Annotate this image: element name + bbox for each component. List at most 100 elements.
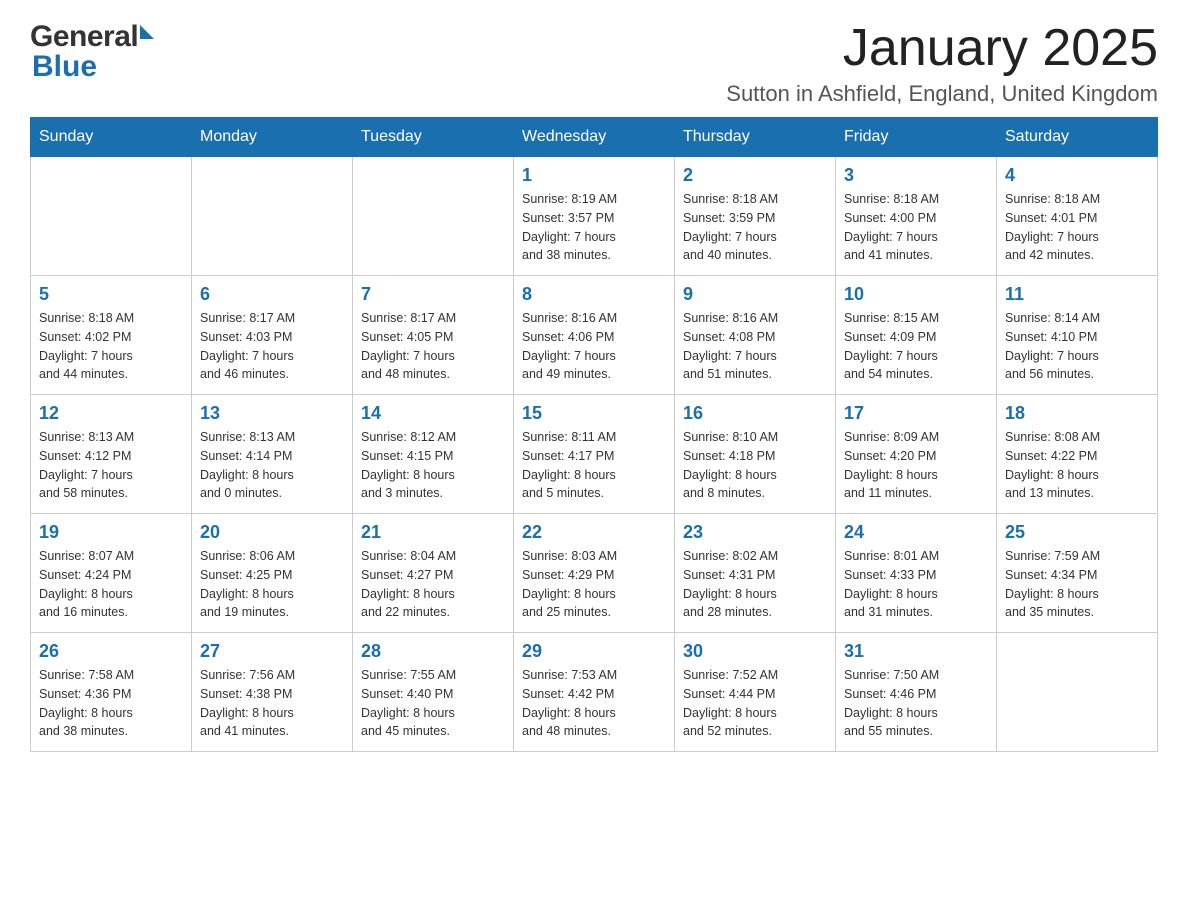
weekday-header-thursday: Thursday — [675, 118, 836, 157]
day-info: Sunrise: 7:59 AM Sunset: 4:34 PM Dayligh… — [1005, 547, 1149, 622]
calendar-cell: 8 Sunrise: 8:16 AM Sunset: 4:06 PM Daylig… — [514, 276, 675, 395]
calendar-cell: 9 Sunrise: 8:16 AM Sunset: 4:08 PM Daylig… — [675, 276, 836, 395]
day-number: 25 — [1005, 522, 1149, 543]
day-number: 31 — [844, 641, 988, 662]
weekday-header-sunday: Sunday — [31, 118, 192, 157]
day-info: Sunrise: 8:09 AM Sunset: 4:20 PM Dayligh… — [844, 428, 988, 503]
day-info: Sunrise: 8:01 AM Sunset: 4:33 PM Dayligh… — [844, 547, 988, 622]
title-block: January 2025 Sutton in Ashfield, England… — [726, 20, 1158, 107]
calendar-cell: 12 Sunrise: 8:13 AM Sunset: 4:12 PM Dayli… — [31, 395, 192, 514]
calendar-week-row: 19 Sunrise: 8:07 AM Sunset: 4:24 PM Dayli… — [31, 514, 1158, 633]
day-number: 17 — [844, 403, 988, 424]
calendar-cell: 24Sunrise: 8:01 AM Sunset: 4:33 PM Dayli… — [836, 514, 997, 633]
calendar-cell — [31, 157, 192, 276]
day-number: 26 — [39, 641, 183, 662]
day-info: Sunrise: 7:56 AM Sunset: 4:38 PM Dayligh… — [200, 666, 344, 741]
day-info: Sunrise: 8:02 AM Sunset: 4:31 PM Dayligh… — [683, 547, 827, 622]
day-info: Sunrise: 8:08 AM Sunset: 4:22 PM Dayligh… — [1005, 428, 1149, 503]
calendar-week-row: 26 Sunrise: 7:58 AM Sunset: 4:36 PM Dayli… — [31, 633, 1158, 752]
weekday-header-saturday: Saturday — [997, 118, 1158, 157]
calendar-cell: 20 Sunrise: 8:06 AM Sunset: 4:25 PM Dayli… — [192, 514, 353, 633]
day-info: Sunrise: 8:06 AM Sunset: 4:25 PM Dayligh… — [200, 547, 344, 622]
logo-arrow-icon — [140, 25, 154, 39]
day-info: Sunrise: 8:14 AM Sunset: 4:10 PM Dayligh… — [1005, 309, 1149, 384]
calendar-cell: 27 Sunrise: 7:56 AM Sunset: 4:38 PM Dayli… — [192, 633, 353, 752]
day-info: Sunrise: 8:15 AM Sunset: 4:09 PM Dayligh… — [844, 309, 988, 384]
day-info: Sunrise: 7:55 AM Sunset: 4:40 PM Dayligh… — [361, 666, 505, 741]
day-info: Sunrise: 7:50 AM Sunset: 4:46 PM Dayligh… — [844, 666, 988, 741]
day-number: 28 — [361, 641, 505, 662]
day-number: 2 — [683, 165, 827, 186]
day-info: Sunrise: 8:11 AM Sunset: 4:17 PM Dayligh… — [522, 428, 666, 503]
calendar-cell: 1 Sunrise: 8:19 AM Sunset: 3:57 PM Daylig… — [514, 157, 675, 276]
calendar-cell: 5 Sunrise: 8:18 AM Sunset: 4:02 PM Daylig… — [31, 276, 192, 395]
calendar-cell: 11Sunrise: 8:14 AM Sunset: 4:10 PM Dayli… — [997, 276, 1158, 395]
calendar-table: SundayMondayTuesdayWednesdayThursdayFrid… — [30, 117, 1158, 752]
day-number: 3 — [844, 165, 988, 186]
day-number: 21 — [361, 522, 505, 543]
day-info: Sunrise: 7:58 AM Sunset: 4:36 PM Dayligh… — [39, 666, 183, 741]
day-number: 15 — [522, 403, 666, 424]
calendar-cell: 22Sunrise: 8:03 AM Sunset: 4:29 PM Dayli… — [514, 514, 675, 633]
calendar-week-row: 5 Sunrise: 8:18 AM Sunset: 4:02 PM Daylig… — [31, 276, 1158, 395]
day-info: Sunrise: 8:13 AM Sunset: 4:12 PM Dayligh… — [39, 428, 183, 503]
logo: General Blue — [30, 20, 154, 84]
day-number: 30 — [683, 641, 827, 662]
day-number: 4 — [1005, 165, 1149, 186]
day-info: Sunrise: 8:18 AM Sunset: 4:00 PM Dayligh… — [844, 190, 988, 265]
day-number: 14 — [361, 403, 505, 424]
day-info: Sunrise: 8:17 AM Sunset: 4:05 PM Dayligh… — [361, 309, 505, 384]
calendar-cell: 4 Sunrise: 8:18 AM Sunset: 4:01 PM Daylig… — [997, 157, 1158, 276]
calendar-header-row: SundayMondayTuesdayWednesdayThursdayFrid… — [31, 118, 1158, 157]
calendar-week-row: 12 Sunrise: 8:13 AM Sunset: 4:12 PM Dayli… — [31, 395, 1158, 514]
calendar-cell — [997, 633, 1158, 752]
day-number: 16 — [683, 403, 827, 424]
weekday-header-monday: Monday — [192, 118, 353, 157]
day-info: Sunrise: 8:12 AM Sunset: 4:15 PM Dayligh… — [361, 428, 505, 503]
day-info: Sunrise: 8:13 AM Sunset: 4:14 PM Dayligh… — [200, 428, 344, 503]
calendar-cell: 15 Sunrise: 8:11 AM Sunset: 4:17 PM Dayli… — [514, 395, 675, 514]
day-number: 5 — [39, 284, 183, 305]
day-info: Sunrise: 7:53 AM Sunset: 4:42 PM Dayligh… — [522, 666, 666, 741]
logo-general-text: General — [30, 20, 138, 54]
calendar-cell — [192, 157, 353, 276]
day-info: Sunrise: 8:07 AM Sunset: 4:24 PM Dayligh… — [39, 547, 183, 622]
location-title: Sutton in Ashfield, England, United King… — [726, 81, 1158, 107]
weekday-header-wednesday: Wednesday — [514, 118, 675, 157]
calendar-cell: 10 Sunrise: 8:15 AM Sunset: 4:09 PM Dayli… — [836, 276, 997, 395]
day-number: 29 — [522, 641, 666, 662]
day-info: Sunrise: 8:04 AM Sunset: 4:27 PM Dayligh… — [361, 547, 505, 622]
day-info: Sunrise: 8:18 AM Sunset: 4:02 PM Dayligh… — [39, 309, 183, 384]
day-info: Sunrise: 8:10 AM Sunset: 4:18 PM Dayligh… — [683, 428, 827, 503]
day-number: 6 — [200, 284, 344, 305]
day-number: 10 — [844, 284, 988, 305]
page-header: General Blue January 2025 Sutton in Ashf… — [30, 20, 1158, 107]
day-info: Sunrise: 8:16 AM Sunset: 4:06 PM Dayligh… — [522, 309, 666, 384]
day-number: 18 — [1005, 403, 1149, 424]
day-info: Sunrise: 8:17 AM Sunset: 4:03 PM Dayligh… — [200, 309, 344, 384]
day-info: Sunrise: 8:16 AM Sunset: 4:08 PM Dayligh… — [683, 309, 827, 384]
weekday-header-tuesday: Tuesday — [353, 118, 514, 157]
day-number: 9 — [683, 284, 827, 305]
calendar-cell — [353, 157, 514, 276]
day-info: Sunrise: 7:52 AM Sunset: 4:44 PM Dayligh… — [683, 666, 827, 741]
day-number: 12 — [39, 403, 183, 424]
day-number: 13 — [200, 403, 344, 424]
day-number: 20 — [200, 522, 344, 543]
day-info: Sunrise: 8:18 AM Sunset: 3:59 PM Dayligh… — [683, 190, 827, 265]
calendar-cell: 6 Sunrise: 8:17 AM Sunset: 4:03 PM Daylig… — [192, 276, 353, 395]
calendar-cell: 14 Sunrise: 8:12 AM Sunset: 4:15 PM Dayli… — [353, 395, 514, 514]
calendar-cell: 13 Sunrise: 8:13 AM Sunset: 4:14 PM Dayli… — [192, 395, 353, 514]
calendar-cell: 23Sunrise: 8:02 AM Sunset: 4:31 PM Dayli… — [675, 514, 836, 633]
day-number: 27 — [200, 641, 344, 662]
calendar-cell: 30 Sunrise: 7:52 AM Sunset: 4:44 PM Dayli… — [675, 633, 836, 752]
calendar-cell: 17 Sunrise: 8:09 AM Sunset: 4:20 PM Dayli… — [836, 395, 997, 514]
day-number: 19 — [39, 522, 183, 543]
day-info: Sunrise: 8:18 AM Sunset: 4:01 PM Dayligh… — [1005, 190, 1149, 265]
calendar-cell: 18 Sunrise: 8:08 AM Sunset: 4:22 PM Dayli… — [997, 395, 1158, 514]
calendar-cell: 21 Sunrise: 8:04 AM Sunset: 4:27 PM Dayli… — [353, 514, 514, 633]
calendar-cell: 31 Sunrise: 7:50 AM Sunset: 4:46 PM Dayli… — [836, 633, 997, 752]
day-number: 8 — [522, 284, 666, 305]
day-number: 1 — [522, 165, 666, 186]
day-info: Sunrise: 8:19 AM Sunset: 3:57 PM Dayligh… — [522, 190, 666, 265]
